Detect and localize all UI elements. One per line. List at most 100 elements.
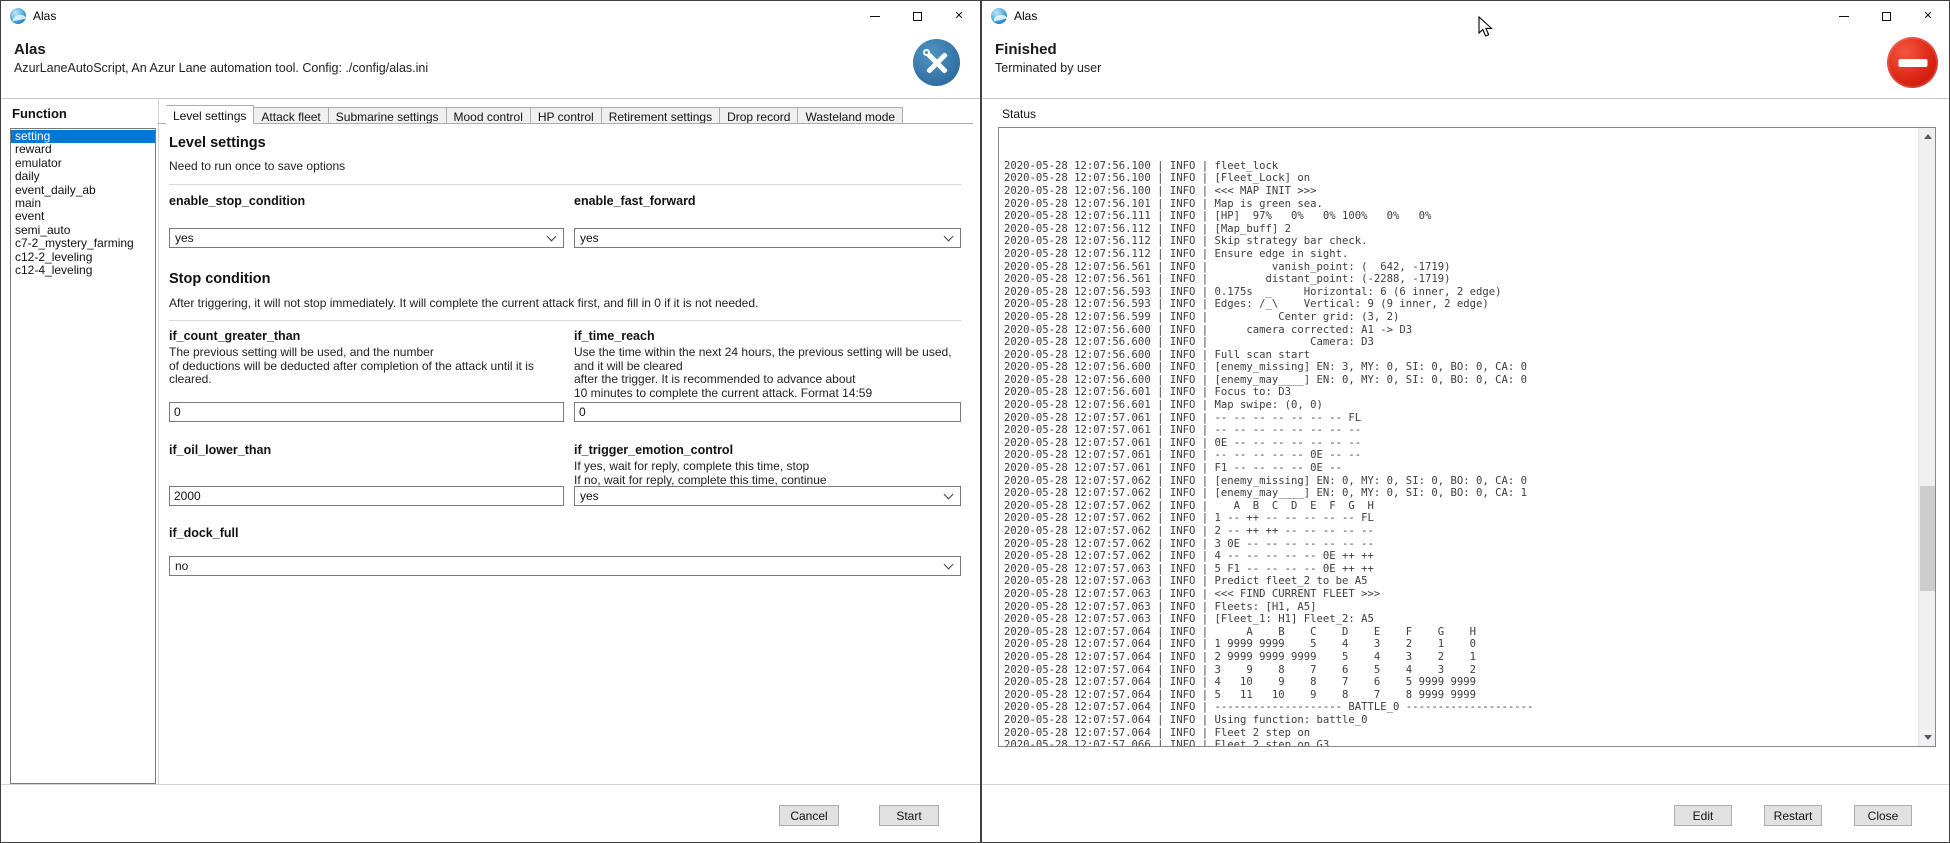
log-line: 2020-05-28 12:07:56.601 | INFO | Focus t… <box>1004 386 1917 399</box>
tab[interactable]: Drop record <box>720 107 798 124</box>
function-listbox[interactable]: setting reward emulator daily event_dail… <box>10 128 156 784</box>
log-line: 2020-05-28 12:07:57.064 | INFO | 1 9999 … <box>1004 638 1917 651</box>
run-status-subtitle: Terminated by user <box>995 61 1101 75</box>
divider <box>169 320 961 321</box>
log-line: 2020-05-28 12:07:56.593 | INFO | Edges: … <box>1004 298 1917 311</box>
log-line: 2020-05-28 12:07:57.062 | INFO | 4 -- --… <box>1004 550 1917 563</box>
select-enable-stop-condition[interactable]: yes <box>169 228 564 248</box>
log-line: 2020-05-28 12:07:57.064 | INFO | 3 9 8 7… <box>1004 664 1917 677</box>
close-icon: ✕ <box>954 11 963 22</box>
tab-page-level-settings: Level settings Need to run once to save … <box>159 124 974 784</box>
tab[interactable]: Attack fleet <box>254 107 328 124</box>
log-line: 2020-05-28 12:07:57.062 | INFO | [enemy_… <box>1004 475 1917 488</box>
log-scrollbar[interactable] <box>1918 128 1935 746</box>
log-line: 2020-05-28 12:07:57.064 | INFO | -------… <box>1004 701 1917 714</box>
label-if-dock-full: if_dock_full <box>169 526 564 540</box>
status-label: Status <box>1002 107 1036 121</box>
window-alas-settings: Alas ✕ Alas AzurLaneAutoScript, An Azur … <box>0 0 981 843</box>
desc-if-trigger-emotion-control: If yes, wait for reply, complete this ti… <box>574 460 961 487</box>
minimize-icon <box>870 16 880 17</box>
log-line: 2020-05-28 12:07:56.112 | INFO | Ensure … <box>1004 248 1917 261</box>
input-if-oil-lower-than[interactable] <box>169 486 564 506</box>
input-if-time-reach[interactable] <box>574 402 961 422</box>
section-title-stop-condition: Stop condition <box>169 271 270 287</box>
run-status-title: Finished <box>995 41 1057 58</box>
start-button[interactable]: Start <box>879 805 939 826</box>
log-line: 2020-05-28 12:07:57.064 | INFO | 5 11 10… <box>1004 689 1917 702</box>
header-divider <box>1 98 980 99</box>
function-list-item[interactable]: c7-2_mystery_farming <box>11 237 155 250</box>
divider <box>169 184 961 185</box>
chevron-down-icon <box>944 560 954 570</box>
section-desc-stop-condition: After triggering, it will not stop immed… <box>169 296 959 310</box>
log-line: 2020-05-28 12:07:56.561 | INFO | vanish_… <box>1004 261 1917 274</box>
label-if-count-greater-than: if_count_greater_than <box>169 329 564 343</box>
log-line: 2020-05-28 12:07:57.062 | INFO | A B C D… <box>1004 500 1917 513</box>
function-list-item[interactable]: main <box>11 197 155 210</box>
maximize-button[interactable] <box>896 1 938 31</box>
log-line: 2020-05-28 12:07:57.062 | INFO | 3 0E --… <box>1004 538 1917 551</box>
chevron-down-icon <box>944 232 954 242</box>
function-list-item[interactable]: semi_auto <box>11 224 155 237</box>
titlebar[interactable]: Alas ✕ <box>1 1 980 31</box>
log-line: 2020-05-28 12:07:57.063 | INFO | [Fleet_… <box>1004 613 1917 626</box>
select-if-dock-full[interactable]: no <box>169 556 961 576</box>
log-line: 2020-05-28 12:07:57.066 | INFO | Fleet_2… <box>1004 739 1917 747</box>
cancel-button[interactable]: Cancel <box>779 805 839 826</box>
function-list-item[interactable]: reward <box>11 143 155 156</box>
label-if-oil-lower-than: if_oil_lower_than <box>169 443 564 457</box>
log-line: 2020-05-28 12:07:56.100 | INFO | <<< MAP… <box>1004 185 1917 198</box>
scroll-down-icon[interactable] <box>1919 729 1936 746</box>
maximize-button[interactable] <box>1865 1 1907 31</box>
function-list-item[interactable]: event <box>11 210 155 223</box>
tab[interactable]: Mood control <box>447 107 531 124</box>
status-log[interactable]: 2020-05-28 12:07:56.100 | INFO | fleet_l… <box>998 127 1936 747</box>
tab[interactable]: Level settings <box>166 105 254 124</box>
scrollbar-thumb[interactable] <box>1920 486 1935 591</box>
close-button[interactable]: ✕ <box>1907 1 1949 31</box>
function-list-item[interactable]: c12-4_leveling <box>11 264 155 277</box>
function-list-item[interactable]: event_daily_ab <box>11 184 155 197</box>
log-line: 2020-05-28 12:07:57.062 | INFO | 1 -- ++… <box>1004 512 1917 525</box>
log-line: 2020-05-28 12:07:57.061 | INFO | -- -- -… <box>1004 424 1917 437</box>
log-line: 2020-05-28 12:07:56.100 | INFO | fleet_l… <box>1004 160 1917 173</box>
alas-logo-icon <box>10 8 26 24</box>
function-list-item[interactable]: emulator <box>11 157 155 170</box>
titlebar[interactable]: Alas ✕ <box>982 1 1949 31</box>
window-title: Alas <box>33 9 56 23</box>
log-line: 2020-05-28 12:07:56.600 | INFO | [enemy_… <box>1004 361 1917 374</box>
function-list-item[interactable]: c12-2_leveling <box>11 251 155 264</box>
minimize-button[interactable] <box>1823 1 1865 31</box>
minimize-icon <box>1839 16 1849 17</box>
close-button[interactable]: ✕ <box>938 1 980 31</box>
log-line: 2020-05-28 12:07:56.600 | INFO | [enemy_… <box>1004 374 1917 387</box>
tab[interactable]: Wasteland mode <box>798 107 903 124</box>
minimize-button[interactable] <box>854 1 896 31</box>
page-subtitle: AzurLaneAutoScript, An Azur Lane automat… <box>14 61 428 75</box>
log-line: 2020-05-28 12:07:56.600 | INFO | camera … <box>1004 324 1917 337</box>
close-icon: ✕ <box>1923 11 1932 22</box>
select-enable-fast-forward[interactable]: yes <box>574 228 961 248</box>
select-if-trigger-emotion-control[interactable]: yes <box>574 486 961 506</box>
log-line: 2020-05-28 12:07:56.112 | INFO | Skip st… <box>1004 235 1917 248</box>
input-if-count-greater-than[interactable] <box>169 402 564 422</box>
alas-logo-icon <box>991 8 1007 24</box>
log-line: 2020-05-28 12:07:56.101 | INFO | Map is … <box>1004 198 1917 211</box>
close-run-button[interactable]: Close <box>1854 805 1912 826</box>
log-lines: 2020-05-28 12:07:56.100 | INFO | fleet_l… <box>1004 127 1917 747</box>
maximize-icon <box>1882 12 1891 21</box>
tab[interactable]: HP control <box>531 107 602 124</box>
restart-button[interactable]: Restart <box>1764 805 1822 826</box>
tab[interactable]: Submarine settings <box>329 107 447 124</box>
tab[interactable]: Retirement settings <box>602 107 720 124</box>
function-list-item[interactable]: setting <box>11 130 155 143</box>
function-list-item[interactable]: daily <box>11 170 155 183</box>
log-line: 2020-05-28 12:07:56.600 | INFO | Camera:… <box>1004 336 1917 349</box>
tools-badge-icon <box>913 39 960 86</box>
log-line: 2020-05-28 12:07:57.064 | INFO | A B C D… <box>1004 626 1917 639</box>
footer-divider <box>982 784 1949 785</box>
log-line: 2020-05-28 12:07:56.601 | INFO | Map swi… <box>1004 399 1917 412</box>
chevron-down-icon <box>944 490 954 500</box>
edit-button[interactable]: Edit <box>1674 805 1732 826</box>
scroll-up-icon[interactable] <box>1919 128 1936 145</box>
